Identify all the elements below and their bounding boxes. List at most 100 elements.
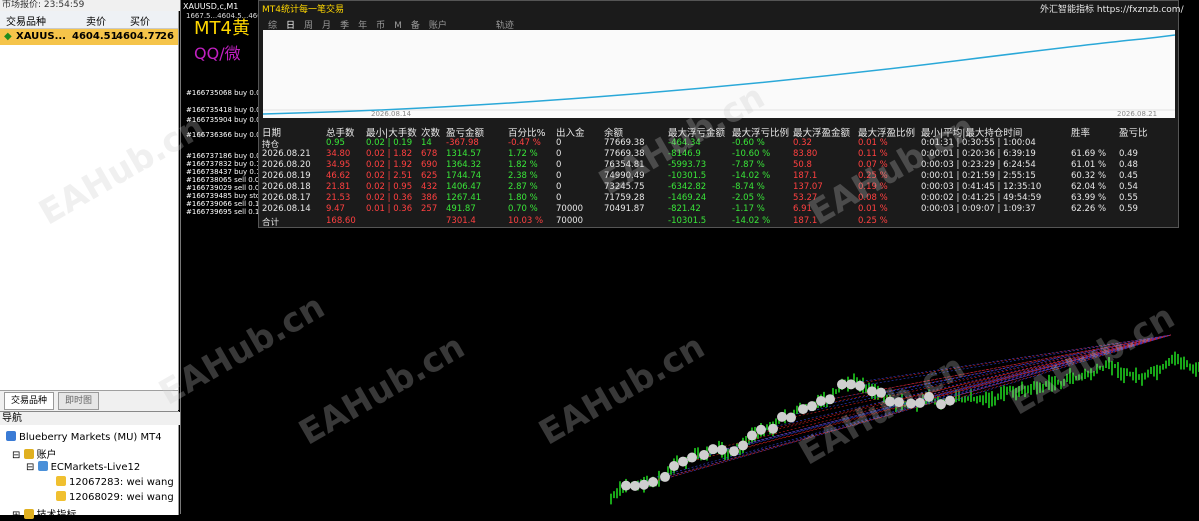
table-cell: 0.49 (1119, 149, 1138, 159)
table-cell: 0 (556, 193, 562, 203)
table-cell: 2026.08.20 (262, 160, 311, 170)
table-cell: 187.1 (793, 171, 818, 181)
table-cell: 46.62 (326, 171, 351, 181)
table-cell: 0.02 | 0.19 (366, 138, 413, 148)
table-header: 日期 (262, 128, 282, 139)
trade-marker[interactable] (855, 380, 865, 391)
order-label: #166739485 buy stop (186, 192, 265, 200)
table-cell: 0.02 | 0.95 (366, 182, 413, 192)
table-cell: -367.98 (446, 138, 479, 148)
col-ask[interactable]: 买价 (130, 13, 150, 28)
trade-marker[interactable] (621, 480, 631, 491)
trade-marker[interactable] (798, 404, 808, 415)
trade-marker[interactable] (816, 395, 826, 406)
table-header: 余额 (604, 128, 624, 139)
table-cell: 0 (556, 182, 562, 192)
table-cell: -1469.24 (668, 193, 707, 203)
trade-marker[interactable] (786, 412, 796, 423)
table-cell: 1.80 % (508, 193, 538, 203)
order-label: #166739029 sell 0.02 (186, 184, 264, 192)
col-bid[interactable]: 卖价 (86, 13, 106, 28)
table-cell: -821.42 (668, 204, 701, 214)
trade-marker[interactable] (756, 424, 766, 435)
market-watch-tabs: 交易品种 即时图 (0, 390, 178, 411)
table-cell: 61.01 % (1071, 160, 1107, 170)
table-cell: 690 (421, 160, 438, 170)
market-watch-header: 交易品种 卖价 买价 (0, 11, 178, 29)
trade-marker[interactable] (729, 446, 739, 457)
trade-marker[interactable] (687, 452, 697, 463)
trade-marker[interactable] (747, 430, 757, 441)
tree-account-2[interactable]: 12068029: wei wang (56, 491, 174, 503)
table-cell: 50.8 (793, 160, 812, 170)
indicators-label: 技术指标 (36, 510, 77, 521)
table-cell: 0.02 | 0.36 (366, 193, 413, 203)
navigator-window: 导航 Blueberry Markets (MU) MT4 ⊟ 账户 ⊟ ECM… (0, 411, 180, 521)
order-label: #166739066 sell 0.10 (186, 200, 264, 208)
trade-marker[interactable] (945, 395, 955, 406)
table-cell: 0.48 (1119, 160, 1138, 170)
tab-symbols[interactable]: 交易品种 (4, 392, 55, 410)
trade-marker[interactable] (807, 401, 817, 412)
trade-marker[interactable] (837, 379, 847, 390)
accounts-icon (23, 449, 34, 459)
col-symbol[interactable]: 交易品种 (6, 13, 46, 28)
table-cell: -8.74 % (732, 182, 765, 192)
table-total-cell: 70000 (556, 216, 584, 226)
trade-marker[interactable] (669, 460, 679, 471)
table-cell: 1406.47 (446, 182, 482, 192)
trade-marker[interactable] (660, 471, 670, 482)
table-cell: 0.45 (1119, 171, 1138, 181)
tree-accounts[interactable]: ⊟ 账户 (12, 446, 57, 461)
tree-account-1[interactable]: 12067283: wei wang (56, 476, 174, 488)
trade-marker[interactable] (648, 477, 658, 488)
table-cell: 0.02 | 1.92 (366, 160, 413, 170)
trade-marker[interactable] (768, 423, 778, 434)
table-cell: 0.01 | 0.36 (366, 204, 413, 214)
symbol-diamond-icon: ◆ (4, 31, 12, 42)
trade-marker[interactable] (639, 479, 649, 490)
table-total-cell: -14.02 % (732, 216, 771, 226)
table-cell: 62.26 % (1071, 204, 1107, 214)
table-cell: 0 (556, 149, 562, 159)
table-cell: 432 (421, 182, 438, 192)
row-spread: 26 (160, 31, 174, 42)
trade-marker[interactable] (825, 394, 835, 405)
table-cell: 21.53 (326, 193, 351, 203)
table-header: 盈亏比 (1119, 128, 1148, 139)
tab-ticks[interactable]: 即时图 (58, 392, 100, 410)
trade-marker[interactable] (708, 444, 718, 455)
trade-marker[interactable] (738, 440, 748, 451)
table-total-cell: 168.60 (326, 216, 356, 226)
table-cell: -10301.5 (668, 171, 707, 181)
table-cell: 0.54 (1119, 182, 1138, 192)
table-header: 出入金 (556, 128, 585, 139)
table-total-cell: 0.25 % (858, 216, 888, 226)
panel-link[interactable]: 外汇智能指标 https://fxznzb.com/ (1040, 2, 1184, 15)
accounts-label: 账户 (36, 450, 57, 461)
table-cell: 83.80 (793, 149, 818, 159)
tree-server[interactable]: ⊟ ECMarkets-Live12 (26, 461, 140, 473)
table-cell: 62.04 % (1071, 182, 1107, 192)
table-cell: -6342.82 (668, 182, 707, 192)
order-label: #166737186 buy 0.02 (186, 152, 266, 160)
table-header: 总手数 (326, 128, 355, 139)
row-ask: 4604.77 (116, 31, 162, 42)
table-cell: 0.55 (1119, 193, 1138, 203)
symbol-row[interactable]: ◆ XAUUS... 4604.51 4604.77 26 (0, 29, 178, 45)
tree-broker[interactable]: Blueberry Markets (MU) MT4 (6, 431, 162, 443)
trade-marker[interactable] (777, 411, 787, 422)
trade-marker[interactable] (630, 480, 640, 491)
trade-marker[interactable] (699, 450, 709, 461)
table-cell: 678 (421, 149, 438, 159)
trade-marker[interactable] (717, 444, 727, 455)
terminal-icon (6, 431, 16, 441)
table-cell: 9.47 (326, 204, 345, 214)
equity-date-right: 2026.08.21 (1117, 110, 1158, 118)
table-header: 盈亏金额 (446, 128, 485, 139)
trade-marker[interactable] (678, 456, 688, 467)
trade-marker[interactable] (846, 379, 856, 390)
table-cell: 1744.74 (446, 171, 482, 181)
account-label: 12067283: wei wang (69, 477, 174, 488)
table-cell: -2.05 % (732, 193, 765, 203)
